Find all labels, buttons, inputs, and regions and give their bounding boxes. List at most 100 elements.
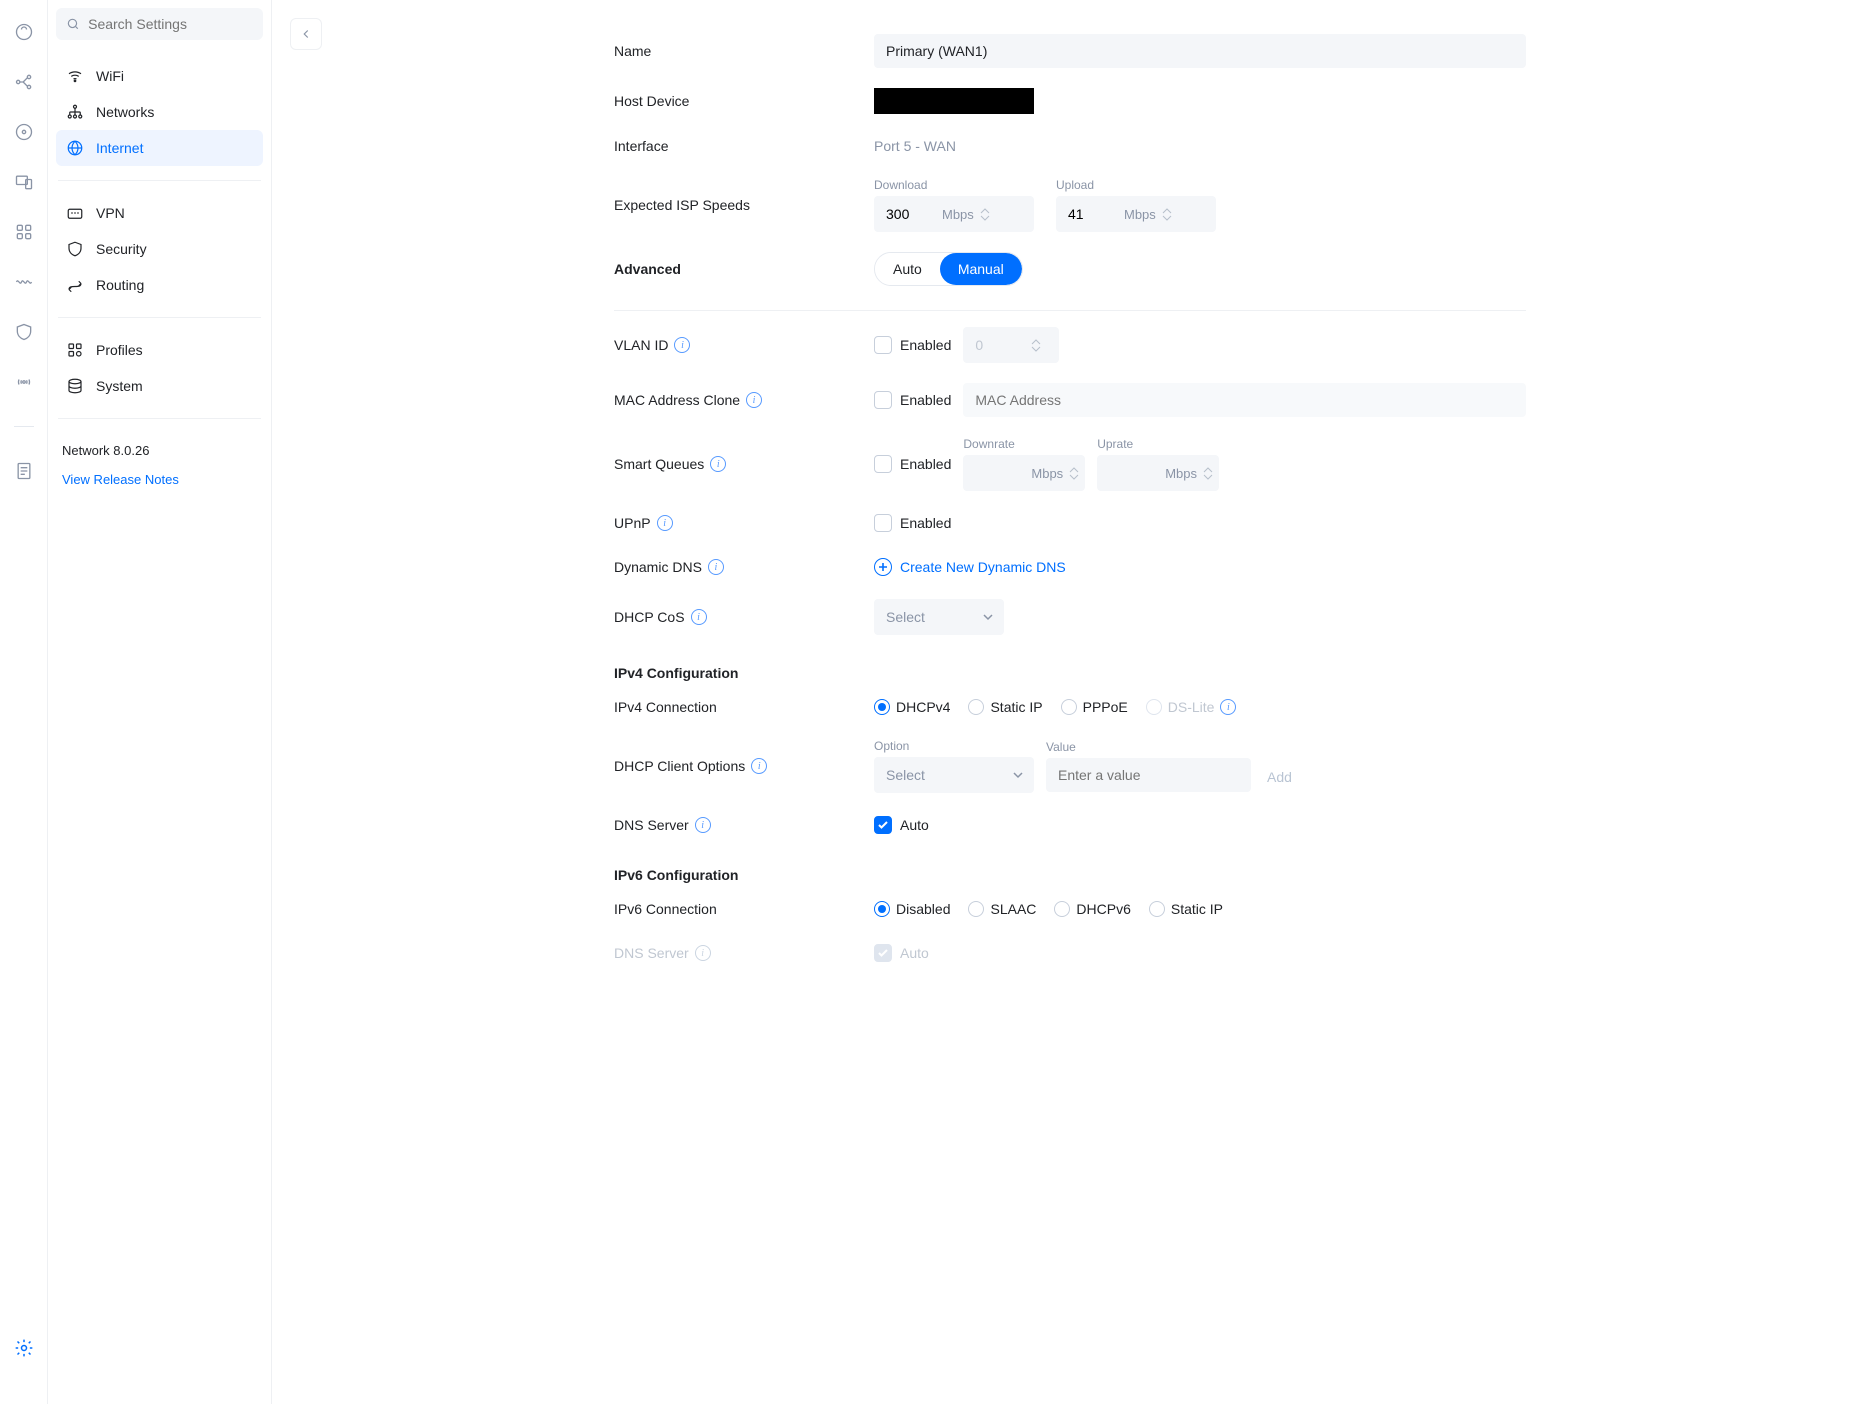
rail-devices-icon[interactable] [14,172,34,192]
advanced-toggle: Auto Manual [874,252,1023,286]
create-ddns-link[interactable]: Create New Dynamic DNS [874,558,1066,576]
download-input[interactable] [886,206,942,222]
sidebar-item-label: Security [96,241,147,257]
ipv6-conn-label: IPv6 Connection [614,901,874,917]
isp-speeds-label: Expected ISP Speeds [614,197,874,213]
interface-value: Port 5 - WAN [874,138,956,154]
option-heading: Option [874,739,1034,753]
plus-circle-icon [874,558,892,576]
info-icon[interactable]: i [710,456,726,472]
ipv6-disabled-radio[interactable] [874,901,890,917]
info-icon[interactable]: i [1220,699,1236,715]
chevron-left-icon [299,27,313,41]
download-input-box[interactable]: Mbps [874,196,1034,232]
info-icon[interactable]: i [695,817,711,833]
sidebar-item-internet[interactable]: Internet [56,130,263,166]
upnp-enabled-checkbox[interactable] [874,514,892,532]
dns-label: DNS Serveri [614,817,874,833]
release-notes-link[interactable]: View Release Notes [62,472,257,487]
spin-buttons[interactable] [980,208,990,221]
sidebar-item-wifi[interactable]: WiFi [56,58,263,94]
mac-label: MAC Address Clonei [614,392,874,408]
ipv6-dhcp-radio[interactable] [1054,901,1070,917]
ipv4-static-radio[interactable] [968,699,984,715]
uprate-box: Mbps [1097,455,1219,491]
rail-notes-icon[interactable] [14,461,34,481]
back-button[interactable] [290,18,322,50]
sidebar-item-label: Profiles [96,342,143,358]
wifi-icon [66,67,84,85]
auto-label: Auto [900,817,929,833]
spin-buttons [1031,339,1041,352]
info-icon[interactable]: i [751,758,767,774]
sidebar-item-label: WiFi [96,68,124,84]
host-label: Host Device [614,93,874,109]
downrate-heading: Downrate [963,437,1085,451]
name-label: Name [614,43,874,59]
value-heading: Value [1046,740,1251,754]
dhcpcos-select[interactable]: Select [874,599,1004,635]
rail-dashboard-icon[interactable] [14,22,34,42]
dhcp-value-input[interactable] [1046,758,1251,792]
dns6-auto-checkbox [874,944,892,962]
dns-auto-checkbox[interactable] [874,816,892,834]
globe-icon [66,139,84,157]
advanced-manual-button[interactable]: Manual [940,253,1022,285]
dhcp-client-label: DHCP Client Optionsi [614,758,874,774]
vlan-label: VLAN IDi [614,337,874,353]
icon-rail [0,0,48,1404]
rail-settings-icon[interactable] [14,1338,34,1358]
sidebar-item-label: System [96,378,143,394]
rail-radio-icon[interactable] [14,372,34,392]
info-icon[interactable]: i [708,559,724,575]
info-icon[interactable]: i [746,392,762,408]
ipv6-slaac-radio[interactable] [968,901,984,917]
ipv4-dhcp-radio[interactable] [874,699,890,715]
rail-shield-icon[interactable] [14,322,34,342]
main-panel: Name Host Device Interface Port 5 - WAN … [272,0,1868,1404]
info-icon[interactable]: i [657,515,673,531]
sidebar-item-networks[interactable]: Networks [56,94,263,130]
sidebar-item-label: Networks [96,104,154,120]
spin-buttons[interactable] [1162,208,1172,221]
smartq-label: Smart Queuesi [614,456,874,472]
enabled-label: Enabled [900,337,951,353]
vlan-enabled-checkbox[interactable] [874,336,892,354]
rail-insights-icon[interactable] [14,272,34,292]
upload-input[interactable] [1068,206,1124,222]
search-input[interactable] [88,16,253,32]
name-input[interactable] [874,34,1526,68]
vlan-value-input [975,337,1031,353]
dhcpcos-label: DHCP CoSi [614,609,874,625]
profiles-icon [66,341,84,359]
upload-input-box[interactable]: Mbps [1056,196,1216,232]
upload-heading: Upload [1056,178,1216,192]
sidebar-item-profiles[interactable]: Profiles [56,332,263,368]
search-box[interactable] [56,8,263,40]
search-icon [66,16,80,32]
sidebar-item-vpn[interactable]: VPN [56,195,263,231]
info-icon[interactable]: i [674,337,690,353]
advanced-auto-button[interactable]: Auto [875,253,940,285]
vpn-icon [66,204,84,222]
dhcp-option-select[interactable]: Select [874,757,1034,793]
sidebar-item-routing[interactable]: Routing [56,267,263,303]
interface-label: Interface [614,138,874,154]
info-icon[interactable]: i [691,609,707,625]
sidebar-item-system[interactable]: System [56,368,263,404]
ipv4-pppoe-radio[interactable] [1061,699,1077,715]
dns6-label: DNS Serveri [614,945,874,961]
sidebar-item-security[interactable]: Security [56,231,263,267]
rail-clients-icon[interactable] [14,222,34,242]
download-heading: Download [874,178,1034,192]
info-icon: i [695,945,711,961]
rail-topology-icon[interactable] [14,72,34,92]
routing-icon [66,276,84,294]
mac-input [963,383,1526,417]
smartq-enabled-checkbox[interactable] [874,455,892,473]
add-option-link: Add [1267,769,1292,793]
ipv6-static-radio[interactable] [1149,901,1165,917]
host-device-value [874,88,1034,114]
rail-disc-icon[interactable] [14,122,34,142]
mac-enabled-checkbox[interactable] [874,391,892,409]
